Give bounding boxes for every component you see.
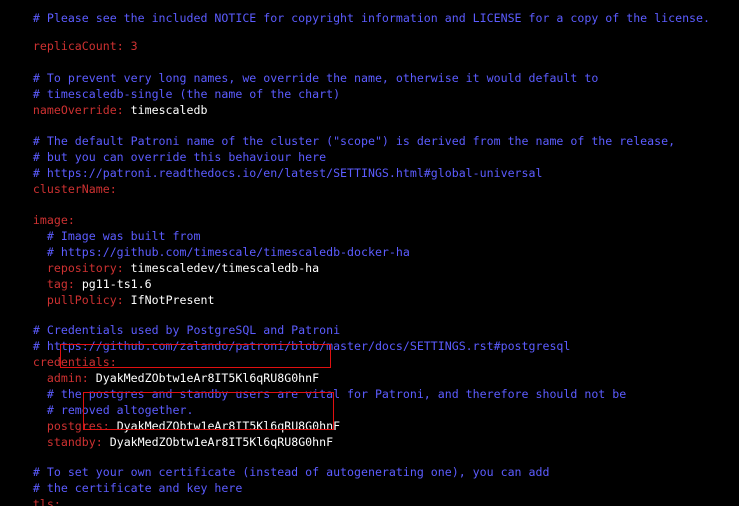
- notice-comment-line: # Please see the included NOTICE for cop…: [5, 0, 710, 25]
- yaml-line-repository: repository: timescaledev/timescaledb-ha: [5, 244, 319, 275]
- yaml-value: IfNotPresent: [130, 293, 215, 307]
- comment-line: # The default Patroni name of the cluste…: [5, 117, 675, 148]
- terminal-editor[interactable]: # Please see the included NOTICE for cop…: [0, 0, 739, 506]
- yaml-value: timescaledb: [130, 103, 208, 117]
- comment-line: # the postgres and standby users are vit…: [5, 370, 626, 401]
- yaml-key: replicaCount: [32, 39, 117, 53]
- comment-line: # removed altogether.: [5, 386, 194, 417]
- yaml-key: clusterName: [32, 182, 110, 196]
- yaml-line-cert: cert: |: [5, 495, 98, 506]
- yaml-colon: :: [116, 39, 131, 53]
- yaml-line-tls: tls:: [5, 480, 61, 506]
- comment-line: # https://patroni.readthedocs.io/en/late…: [5, 149, 543, 180]
- yaml-key: nameOverride: [32, 103, 117, 117]
- yaml-line-image: image:: [5, 196, 75, 227]
- yaml-key: pullPolicy: [46, 293, 117, 307]
- comment-line: # https://github.com/zalando/patroni/blo…: [5, 322, 570, 353]
- yaml-colon: :: [116, 103, 131, 117]
- yaml-value: 3: [130, 39, 138, 53]
- yaml-line-standby: standby: DyakMedZObtw1eAr8IT5Kl6qRU8G0hn…: [5, 418, 333, 449]
- comment-text: # the certificate and key here: [32, 481, 243, 495]
- yaml-line-tag: tag: pg11-ts1.6: [5, 260, 152, 291]
- comment-line: # the certificate and key here: [5, 464, 242, 495]
- standby-password-value[interactable]: DyakMedZObtw1eAr8IT5Kl6qRU8G0hnF: [110, 435, 333, 449]
- comment-line: # Credentials used by PostgreSQL and Pat…: [5, 306, 340, 337]
- yaml-colon: :: [109, 182, 117, 196]
- yaml-colon: :: [116, 293, 131, 307]
- yaml-value: timescaledev/timescaledb-ha: [130, 261, 320, 275]
- yaml-line-pull-policy: pullPolicy: IfNotPresent: [5, 276, 215, 307]
- yaml-line-admin: admin: DyakMedZObtw1eAr8IT5Kl6qRU8G0hnF: [5, 354, 319, 385]
- yaml-line-replica-count: replicaCount: 3: [5, 22, 138, 53]
- yaml-line-credentials: credentials:: [5, 338, 117, 369]
- comment-line: # timescaledb-single (the name of the ch…: [5, 70, 340, 101]
- yaml-line-postgres: postgres: DyakMedZObtw1eAr8IT5Kl6qRU8G0h…: [5, 402, 340, 433]
- yaml-colon: :: [95, 435, 110, 449]
- comment-line: # To prevent very long names, we overrid…: [5, 54, 598, 85]
- comment-line: # Image was built from: [5, 212, 201, 243]
- yaml-line-name-override: nameOverride: timescaledb: [5, 86, 208, 117]
- yaml-key: standby: [46, 435, 96, 449]
- comment-line: # https://github.com/timescale/timescale…: [5, 228, 410, 259]
- yaml-line-cluster-name: clusterName:: [5, 165, 117, 196]
- comment-line: # To set your own certificate (instead o…: [5, 448, 550, 479]
- comment-line: # but you can override this behaviour he…: [5, 133, 326, 164]
